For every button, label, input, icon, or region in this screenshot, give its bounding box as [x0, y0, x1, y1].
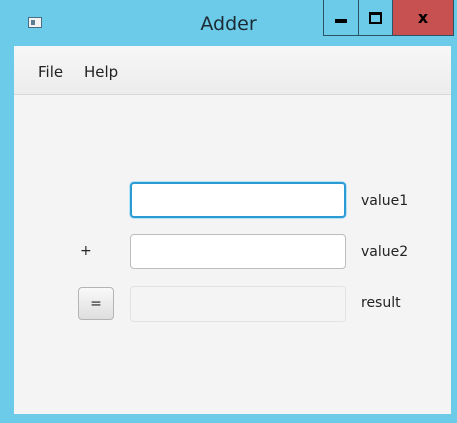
minimize-icon [335, 18, 347, 23]
client-area: File Help value1 + value2 = result [14, 46, 451, 414]
maximize-icon [369, 11, 382, 24]
result-output [131, 287, 345, 321]
minimize-button[interactable] [323, 0, 359, 36]
equals-button[interactable]: = [78, 287, 114, 320]
value2-label: value2 [361, 244, 409, 260]
plus-operator-label: + [80, 243, 92, 259]
value1-field[interactable] [130, 182, 346, 218]
value2-input[interactable] [131, 235, 345, 268]
result-label: result [361, 295, 401, 311]
close-button[interactable]: x [393, 0, 454, 36]
menu-help[interactable]: Help [81, 63, 121, 81]
value2-field[interactable] [130, 234, 346, 269]
value1-label: value1 [361, 193, 409, 209]
menu-file[interactable]: File [35, 63, 66, 81]
close-icon: x [417, 8, 429, 27]
maximize-button[interactable] [359, 0, 393, 36]
value1-input[interactable] [132, 184, 344, 216]
title-bar[interactable]: Adder x [0, 0, 457, 46]
result-field [130, 286, 346, 322]
app-window: Adder x File Help value1 + value2 = resu… [0, 0, 457, 423]
menu-bar: File Help [14, 46, 451, 95]
